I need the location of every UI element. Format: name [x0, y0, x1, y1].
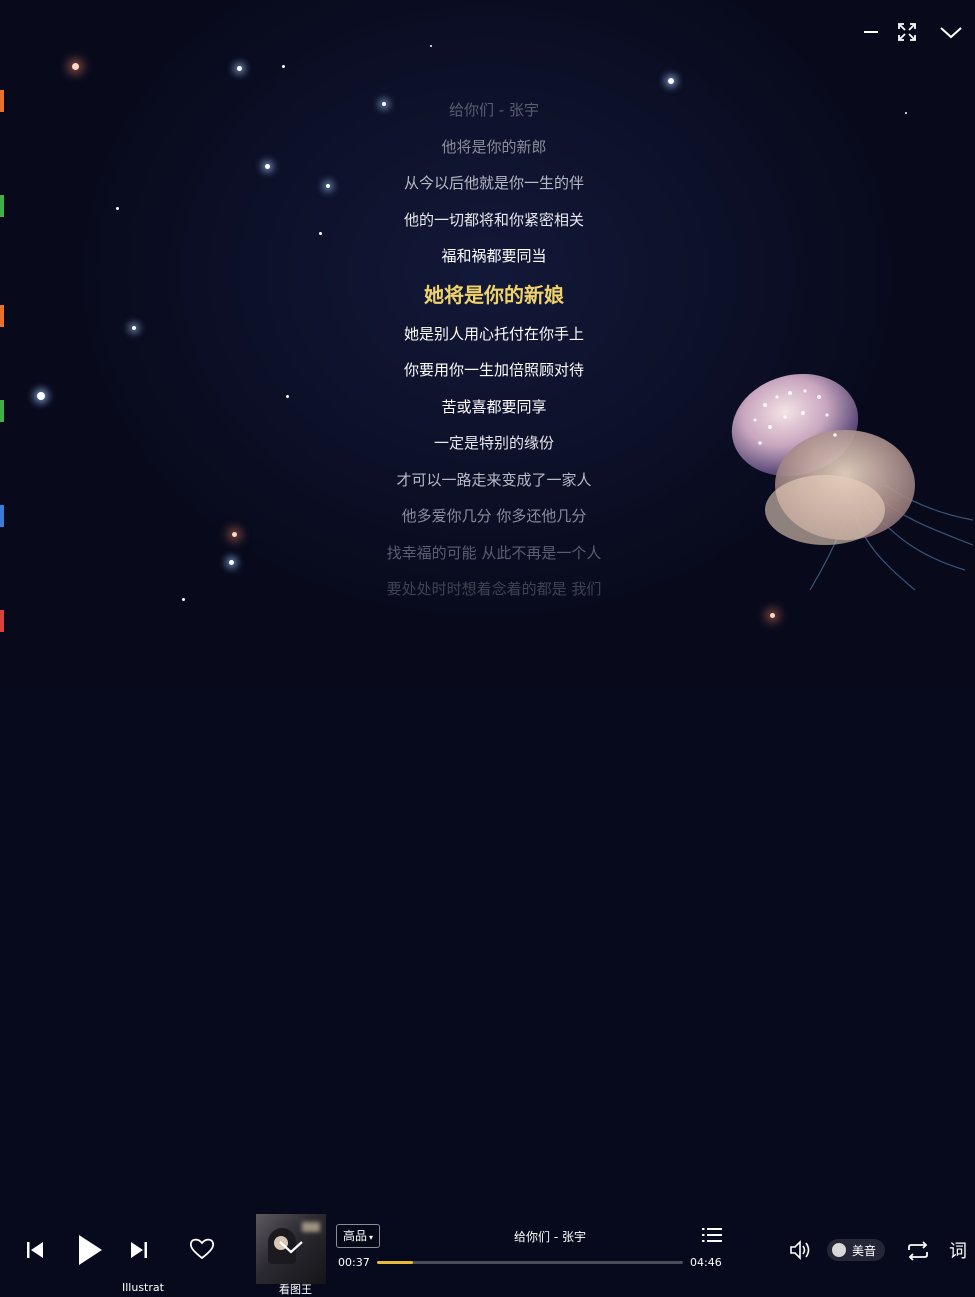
lyric-line: 他将是你的新郎 — [441, 137, 547, 156]
total-time: 04:46 — [690, 1256, 722, 1269]
repeat-mode-button[interactable] — [904, 1239, 932, 1263]
elapsed-time: 00:37 — [338, 1256, 370, 1269]
fullscreen-icon — [898, 23, 916, 41]
chevron-down-icon — [940, 27, 962, 39]
lyric-line: 一定是特别的缘份 — [433, 434, 554, 452]
desktop-icon — [0, 90, 4, 112]
speaker-icon — [790, 1240, 810, 1260]
volume-button[interactable] — [788, 1238, 814, 1262]
lyric-line: 苦或喜都要同享 — [441, 397, 547, 416]
playlist-icon — [702, 1228, 722, 1242]
song-title: 给你们 - 张宇 — [514, 1230, 586, 1244]
meiyin-label: 美音 — [852, 1244, 877, 1258]
desktop-label-illustrat: Illustrat — [122, 1281, 164, 1294]
previous-button[interactable] — [22, 1236, 48, 1264]
lyric-line: 要处处时时想着念着的都是 我们 — [386, 580, 602, 598]
previous-icon — [27, 1242, 43, 1258]
star — [116, 207, 119, 210]
current-lyric-line: 她将是你的新娘 — [424, 282, 564, 307]
album-cover[interactable] — [256, 1214, 326, 1284]
meiyin-toggle[interactable]: 美音 — [827, 1239, 885, 1261]
lyrics-button[interactable]: 词 — [945, 1237, 971, 1263]
quality-label: 高品 — [343, 1229, 368, 1243]
desktop-icon — [0, 195, 4, 217]
star — [668, 78, 674, 84]
next-icon — [131, 1242, 147, 1258]
desktop-label-kantuwang: 看图王 — [279, 1283, 312, 1296]
cover-light — [302, 1222, 320, 1232]
star — [72, 63, 79, 70]
star — [37, 392, 45, 400]
star — [237, 66, 242, 71]
desktop-icon — [0, 305, 4, 327]
star — [232, 532, 237, 537]
lyric-line: 从今以后他就是你一生的伴 — [403, 174, 584, 192]
repeat-icon — [908, 1241, 928, 1261]
collapse-lyrics-icon — [279, 1241, 303, 1254]
lyric-line: 你要用你一生加倍照顾对待 — [403, 361, 584, 379]
lyric-line: 她是别人用心托付在你手上 — [403, 324, 584, 343]
star — [282, 65, 285, 68]
star — [132, 326, 136, 330]
star — [430, 45, 432, 47]
fullscreen-button[interactable] — [893, 18, 921, 46]
favorite-button[interactable] — [188, 1235, 216, 1263]
heart-icon — [189, 1238, 215, 1260]
minimize-icon — [864, 31, 878, 33]
star — [905, 112, 907, 114]
lyric-line: 才可以一路走来变成了一家人 — [396, 470, 592, 489]
quality-dropdown[interactable]: 高品 ▾ — [336, 1224, 381, 1248]
progress-fill — [377, 1261, 414, 1264]
collapse-button[interactable] — [937, 18, 965, 46]
lyric-line: 他多爱你几分 你多还他几分 — [401, 507, 587, 525]
lyric-line: 他的一切都将和你紧密相关 — [403, 210, 584, 229]
play-button[interactable] — [70, 1230, 108, 1270]
desktop-icon — [0, 400, 4, 422]
lyrics-panel: 给你们 - 张宇 他将是你的新郎 从今以后他就是你一生的伴 他的一切都将和你紧密… — [300, 92, 688, 608]
desktop-icon-strip — [0, 0, 6, 685]
minimize-button[interactable] — [857, 18, 885, 46]
toggle-knob — [832, 1243, 846, 1257]
star — [229, 560, 234, 565]
lyric-line: 福和祸都要同当 — [441, 247, 547, 265]
desktop-icon — [0, 505, 4, 527]
play-icon — [79, 1235, 102, 1265]
playlist-button[interactable] — [700, 1225, 724, 1245]
star — [182, 598, 185, 601]
star — [265, 164, 270, 169]
next-button[interactable] — [126, 1236, 152, 1264]
star — [286, 395, 289, 398]
jellyfish-illustration — [731, 373, 974, 591]
lyric-line: 找幸福的可能 从此不再是一个人 — [386, 543, 602, 562]
player-bar: 高品 ▾ 给你们 - 张宇 00:37 04:46 美音 词 Illustrat… — [0, 605, 975, 1296]
lyric-line: 给你们 - 张宇 — [449, 101, 539, 119]
progress-bar[interactable] — [377, 1261, 683, 1264]
dropdown-arrow-icon: ▾ — [369, 1233, 374, 1242]
